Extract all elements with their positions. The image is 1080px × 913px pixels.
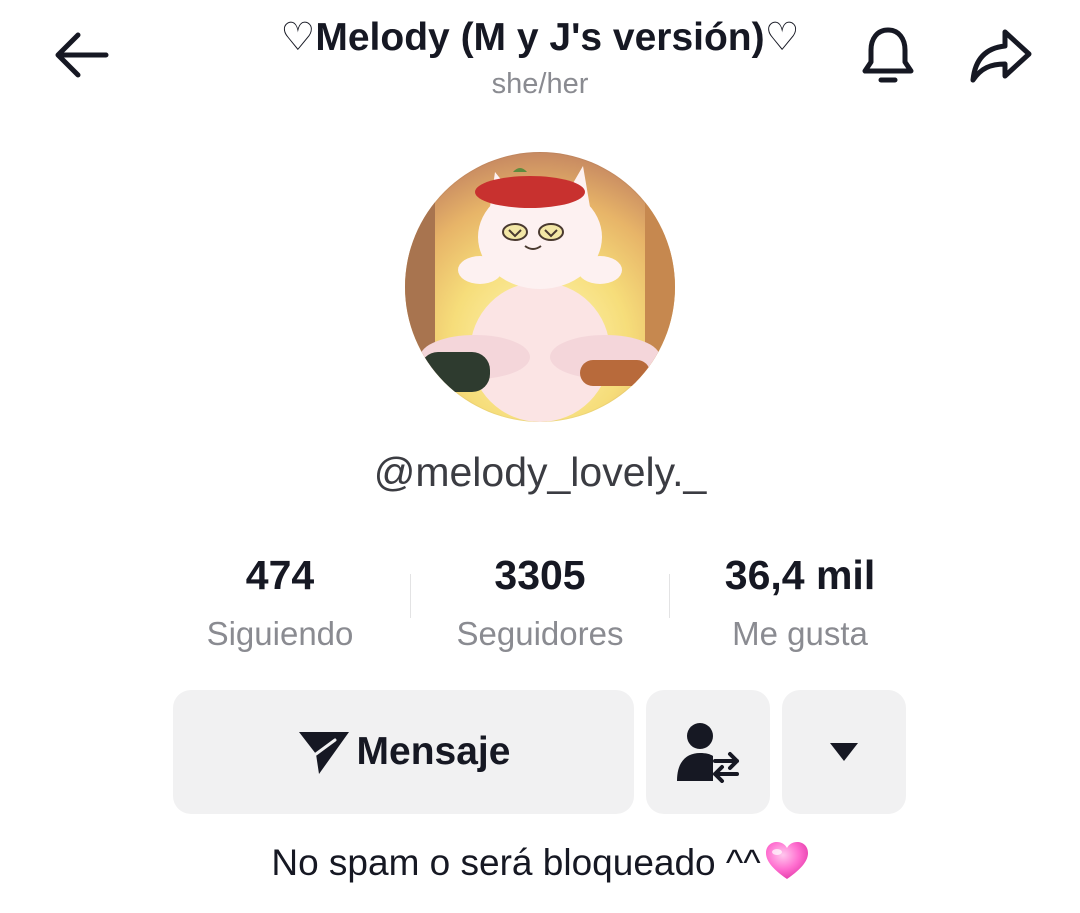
user-swap-icon [677,723,739,783]
stat-followers-label: Seguidores [456,615,624,652]
profile-bio: No spam o será bloqueado ^^ [140,838,940,888]
share-button[interactable] [962,20,1038,92]
share-arrow-icon [970,29,1032,83]
stat-followers-value: 3305 [494,552,586,598]
follow-status-button[interactable] [646,690,770,814]
paper-plane-icon [298,732,349,774]
more-options-button[interactable] [782,690,906,814]
stat-followers[interactable]: 3305 Seguidores [410,548,670,660]
stat-likes-label: Me gusta [732,615,868,652]
profile-avatar[interactable] [405,152,675,422]
stat-following-value: 474 [245,552,315,598]
message-button[interactable]: Mensaje [173,690,634,814]
profile-pronouns: she/her [491,68,589,100]
avatar-illustration [405,166,675,422]
profile-bio-text: No spam o será bloqueado ^^ [271,842,761,883]
profile-display-name: ♡Melody (M y J's versión)♡ [280,16,800,59]
bell-icon [862,27,914,83]
caret-down-icon [830,743,858,761]
message-button-label: Mensaje [356,730,511,773]
back-button[interactable] [44,24,116,86]
stat-likes-value: 36,4 mil [724,552,876,598]
arrow-left-icon [55,32,109,78]
stat-following[interactable]: 474 Siguiendo [150,548,410,660]
pink-heart-icon [765,842,808,879]
notifications-button[interactable] [852,20,924,92]
profile-username: @melody_lovely._ [373,449,707,495]
stat-following-label: Siguiendo [206,615,354,652]
stat-likes[interactable]: 36,4 mil Me gusta [670,548,930,660]
